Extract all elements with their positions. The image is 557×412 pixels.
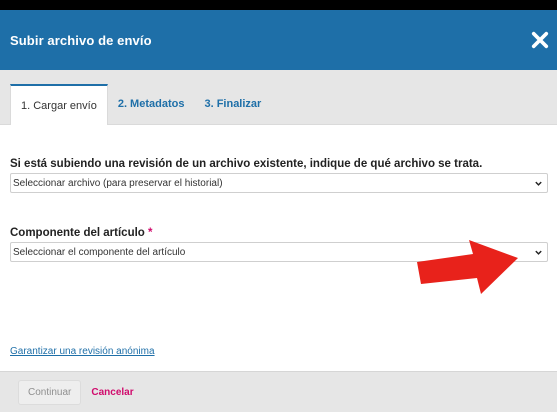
anonymous-review-link[interactable]: Garantizar una revisión anónima bbox=[10, 346, 155, 357]
cancel-button[interactable]: Cancelar bbox=[91, 387, 133, 398]
component-label-text: Componente del artículo bbox=[10, 227, 145, 239]
chevron-down-icon bbox=[535, 181, 542, 186]
close-icon bbox=[531, 31, 549, 49]
continue-button[interactable]: Continuar bbox=[18, 379, 82, 405]
tab-finish[interactable]: 3. Finalizar bbox=[194, 84, 271, 124]
revision-select[interactable]: Seleccionar archivo (para preservar el h… bbox=[10, 173, 548, 193]
component-select-value: Seleccionar el componente del artículo bbox=[13, 246, 186, 258]
tab-upload[interactable]: 1. Cargar envío bbox=[10, 84, 108, 125]
tab-metadata[interactable]: 2. Metadatos bbox=[108, 84, 195, 124]
upload-file-dialog: Subir archivo de envío 1. Cargar envío 2… bbox=[0, 10, 557, 412]
close-button[interactable] bbox=[527, 27, 553, 53]
dialog-header: Subir archivo de envío bbox=[0, 10, 557, 70]
revision-select-value: Seleccionar archivo (para preservar el h… bbox=[13, 177, 223, 189]
revision-label: Si está subiendo una revisión de un arch… bbox=[10, 158, 483, 170]
tab-bar: 1. Cargar envío 2. Metadatos 3. Finaliza… bbox=[0, 70, 557, 125]
dialog-footer: Continuar Cancelar bbox=[0, 371, 557, 412]
chevron-down-icon bbox=[535, 250, 542, 255]
required-mark: * bbox=[148, 227, 153, 239]
dialog-title: Subir archivo de envío bbox=[10, 32, 152, 48]
red-arrow-annotation-icon bbox=[417, 240, 518, 294]
